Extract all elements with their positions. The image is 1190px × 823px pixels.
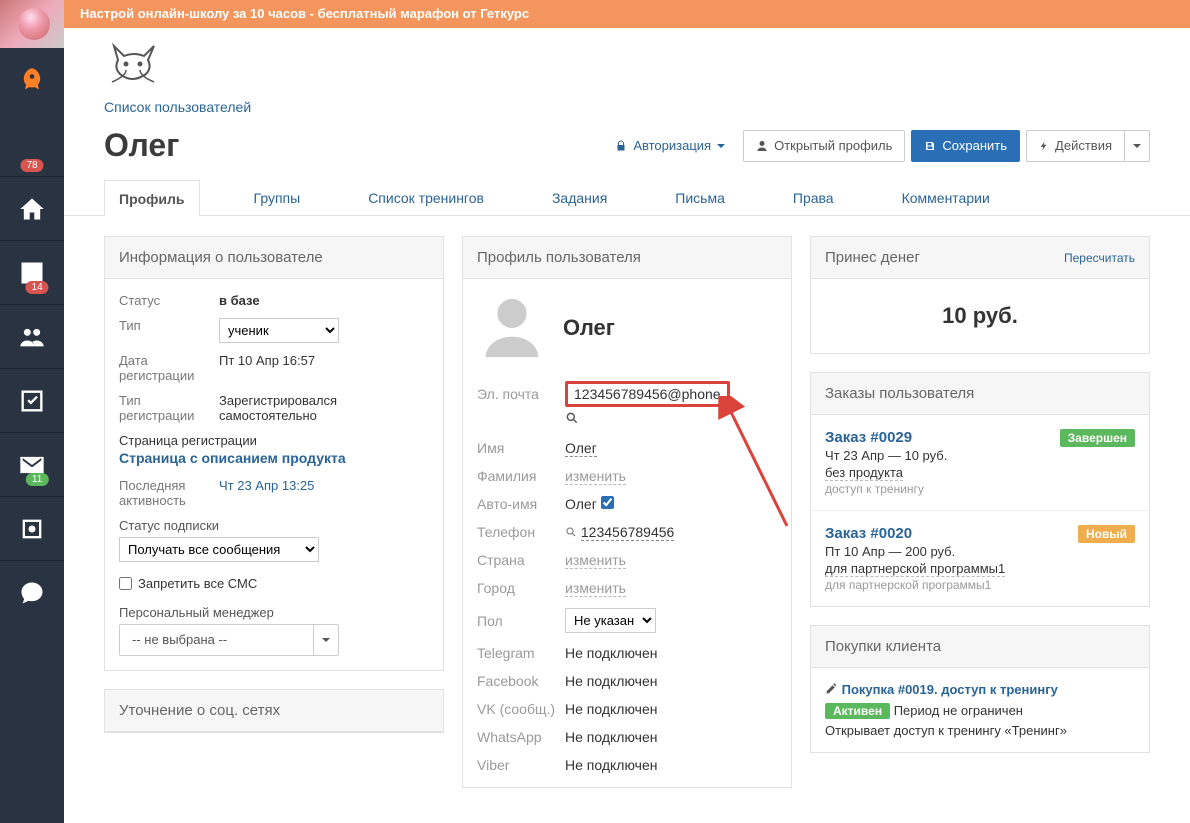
tabs: Профиль Группы Список тренингов Задания … <box>64 180 1190 216</box>
tab-rights[interactable]: Права <box>779 180 848 215</box>
email-highlight: 123456789456@phone <box>565 381 730 407</box>
nav-mail[interactable]: 11 <box>0 432 64 496</box>
nav-chat[interactable] <box>0 560 64 624</box>
recalc-link[interactable]: Пересчитать <box>1064 251 1135 265</box>
panel-title: Профиль пользователя <box>463 237 791 279</box>
caret-icon <box>717 144 725 148</box>
auth-dropdown[interactable]: Авторизация <box>603 131 737 161</box>
tab-trainings[interactable]: Список тренингов <box>354 180 498 215</box>
last-activity-link[interactable]: Чт 23 Апр 13:25 <box>219 478 429 508</box>
sidebar: 78 14 11 <box>0 0 64 823</box>
nav-checkbox[interactable] <box>0 368 64 432</box>
users-icon <box>18 323 46 351</box>
status-badge: Завершен <box>1060 429 1135 447</box>
profile-name: Олег <box>563 315 615 341</box>
order-link[interactable]: Заказ #0020 <box>825 525 1066 542</box>
autoname-checkbox[interactable] <box>601 496 614 509</box>
logo-icon[interactable] <box>104 40 164 86</box>
panel-title: Уточнение о соц. сетях <box>105 690 443 732</box>
forbid-sms-checkbox[interactable]: Запретить все СМС <box>119 576 429 591</box>
panel-title: Информация о пользователе <box>105 237 443 279</box>
manager-select[interactable]: -- не выбрана -- <box>119 624 314 656</box>
nav-rocket[interactable] <box>0 48 64 112</box>
order-row: Заказ #0020 Пт 10 Апр — 200 руб. для пар… <box>811 511 1149 606</box>
tab-groups[interactable]: Группы <box>240 180 315 215</box>
panel-title: Принес денег <box>825 249 920 266</box>
change-lastname[interactable]: изменить <box>565 468 626 485</box>
avatar[interactable] <box>0 0 64 48</box>
home-icon <box>18 195 46 223</box>
subscription-select[interactable]: Получать все сообщения <box>119 537 319 562</box>
nav-safe[interactable] <box>0 496 64 560</box>
order-product[interactable]: для партнерской программы1 <box>825 561 1005 577</box>
tab-profile[interactable]: Профиль <box>104 180 200 216</box>
search-icon[interactable] <box>565 526 577 538</box>
money-panel: Принес денег Пересчитать 10 руб. <box>810 236 1150 354</box>
user-icon <box>756 140 768 152</box>
nav-badge-1[interactable]: 78 <box>0 112 64 176</box>
panel-title: Заказы пользователя <box>811 373 1149 415</box>
save-icon <box>924 140 936 152</box>
name-value[interactable]: Олег <box>565 440 597 457</box>
lock-icon <box>615 140 627 152</box>
badge-count: 14 <box>26 281 49 294</box>
user-info-panel: Информация о пользователе Статусв базе Т… <box>104 236 444 671</box>
checkbox-icon <box>18 387 46 415</box>
money-value: 10 руб. <box>811 279 1149 353</box>
change-city[interactable]: изменить <box>565 580 626 597</box>
nav-home[interactable] <box>0 176 64 240</box>
manager-caret[interactable] <box>314 624 339 656</box>
breadcrumb-link[interactable]: Список пользователей <box>104 99 251 115</box>
status-badge: Активен <box>825 703 890 719</box>
search-icon[interactable] <box>565 411 579 425</box>
save-button[interactable]: Сохранить <box>911 130 1020 162</box>
tab-comments[interactable]: Комментарии <box>888 180 1004 215</box>
profile-panel: Профиль пользователя Олег Эл. почта12345… <box>462 236 792 788</box>
profile-avatar-icon <box>477 293 547 363</box>
reg-page-link[interactable]: Страница с описанием продукта <box>119 450 429 466</box>
page-title: Олег <box>104 127 180 164</box>
panel-title: Покупки клиента <box>811 626 1149 668</box>
actions-dropdown[interactable]: Действия <box>1026 130 1150 162</box>
social-panel: Уточнение о соц. сетях <box>104 689 444 733</box>
bolt-icon <box>1039 140 1049 152</box>
order-link[interactable]: Заказ #0029 <box>825 429 1048 446</box>
badge-count: 11 <box>26 473 48 486</box>
type-select[interactable]: ученик <box>219 318 339 343</box>
safe-icon <box>18 515 46 543</box>
breadcrumb: Список пользователей <box>64 95 1190 123</box>
badge-count: 78 <box>20 159 43 172</box>
nav-chart[interactable]: 14 <box>0 240 64 304</box>
phone-value[interactable]: 123456789456 <box>581 524 674 541</box>
purchase-link[interactable]: Покупка #0019. доступ к тренингу <box>842 682 1058 697</box>
purchases-panel: Покупки клиента Покупка #0019. доступ к … <box>810 625 1150 753</box>
nav-users[interactable] <box>0 304 64 368</box>
tab-tasks[interactable]: Задания <box>538 180 621 215</box>
caret-icon <box>1133 144 1141 148</box>
chat-icon <box>18 579 46 607</box>
tab-mails[interactable]: Письма <box>661 180 739 215</box>
change-country[interactable]: изменить <box>565 552 626 569</box>
open-profile-button[interactable]: Открытый профиль <box>743 130 905 162</box>
order-row: Заказ #0029 Чт 23 Апр — 10 руб. без прод… <box>811 415 1149 511</box>
status-badge: Новый <box>1078 525 1135 543</box>
order-product[interactable]: без продукта <box>825 465 903 481</box>
orders-panel: Заказы пользователя Заказ #0029 Чт 23 Ап… <box>810 372 1150 607</box>
sex-select[interactable]: Не указан <box>565 608 656 633</box>
edit-icon[interactable] <box>825 682 838 695</box>
top-banner[interactable]: Настрой онлайн-школу за 10 часов - беспл… <box>64 0 1190 28</box>
rocket-icon <box>18 66 46 94</box>
